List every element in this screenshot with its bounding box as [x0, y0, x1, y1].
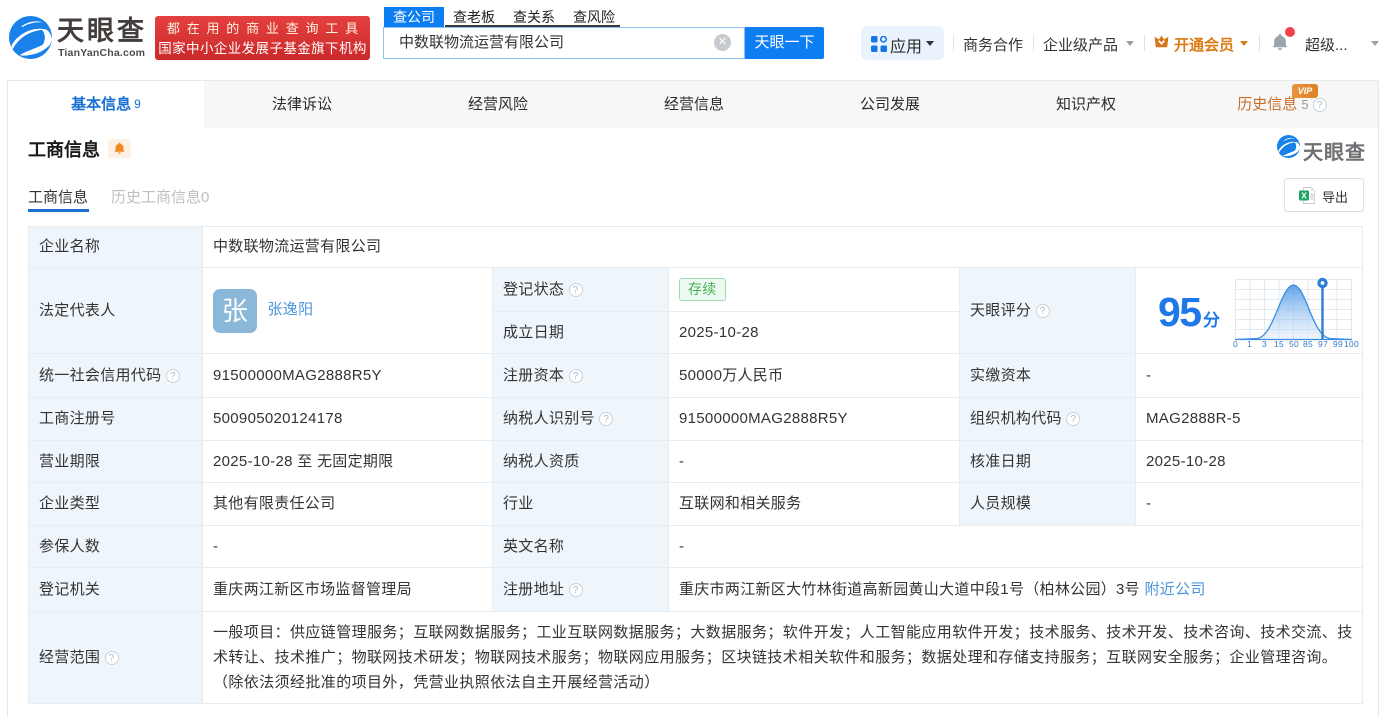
svg-text:X: X — [1301, 190, 1307, 200]
